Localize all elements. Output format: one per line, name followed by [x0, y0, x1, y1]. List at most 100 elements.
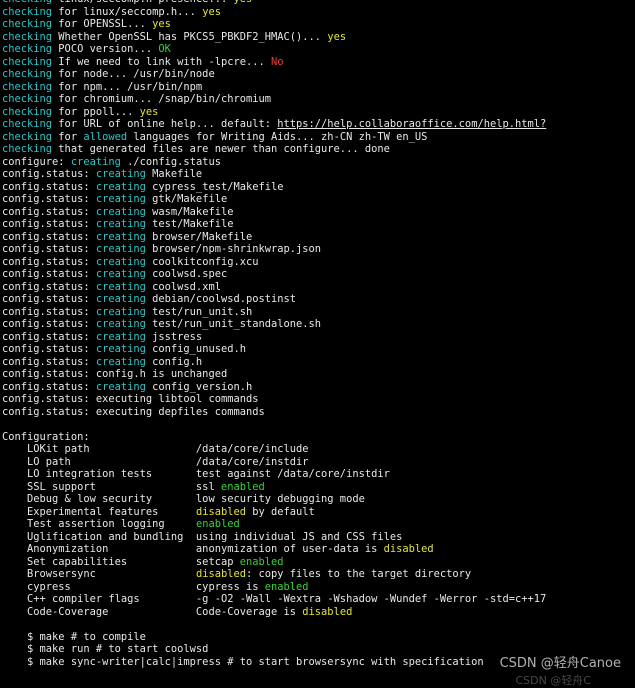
terminal-text: creating	[95, 280, 146, 293]
terminal-line: config.status: creating coolwsd.xml	[2, 281, 635, 294]
terminal-text: LO path /data/core/instdir	[2, 455, 309, 468]
terminal-text: disabled	[302, 605, 353, 618]
terminal-text: Set capabilities setcap	[2, 555, 240, 568]
terminal-text: C++ compiler flags -g -O2 -Wall -Wextra …	[2, 593, 547, 605]
terminal-text: OK	[158, 43, 171, 55]
terminal-text: Configuration:	[2, 430, 90, 443]
terminal-text: disabled	[383, 543, 434, 555]
terminal-line: checking for allowed languages for Writi…	[2, 131, 635, 144]
terminal-text: config.status:	[2, 343, 96, 355]
terminal-text: coolwsd.spec	[145, 268, 228, 280]
terminal-text: creating	[95, 168, 146, 180]
terminal-line: checking for node... /usr/bin/node	[2, 68, 635, 81]
terminal-line: config.status: creating config_version.h	[2, 381, 635, 394]
terminal-text: allowed	[83, 130, 128, 143]
terminal-line: config.status: creating gtk/Makefile	[2, 193, 635, 206]
terminal-line: config.status: creating debian/coolwsd.p…	[2, 293, 635, 306]
terminal-line: config.status: config.h is unchanged	[2, 368, 635, 381]
terminal-line: config.status: executing libtool command…	[2, 393, 635, 406]
terminal-line: config.status: creating browser/Makefile	[2, 231, 635, 244]
terminal-text: If we need to link with -lpcre...	[52, 55, 271, 68]
terminal-text: checking	[2, 68, 53, 80]
terminal-text: creating	[95, 318, 146, 330]
terminal-line: config.status: creating config.h	[2, 356, 635, 369]
terminal-text: yes	[139, 105, 159, 118]
terminal-text: $ make run # to start coolwsd	[2, 643, 209, 655]
terminal-text: for npm... /usr/bin/npm	[52, 80, 203, 93]
terminal-line: checking for URL of online help... defau…	[2, 118, 635, 131]
terminal-text: checking	[2, 130, 53, 143]
terminal-text: config.status:	[2, 168, 96, 180]
terminal-text: coolkitconfig.xcu	[145, 255, 259, 268]
terminal-text: Code-Coverage Code-Coverage is	[2, 605, 303, 618]
terminal-text: config.status:	[2, 305, 96, 318]
terminal-text: yes	[152, 18, 171, 30]
terminal-text: creating	[95, 205, 146, 218]
terminal-line: Configuration:	[2, 431, 635, 444]
terminal-line: Debug & low security low security debugg…	[2, 493, 635, 506]
terminal-line: config.status: creating test/run_unit_st…	[2, 318, 635, 331]
terminal-text: checking	[2, 105, 53, 118]
terminal-line: config.status: creating test/Makefile	[2, 218, 635, 231]
terminal-text: : copy files to the target directory	[245, 568, 472, 580]
terminal-text: cypress_test/Makefile	[145, 180, 284, 193]
terminal-text: checking	[2, 0, 52, 5]
terminal-line: cypress cypress is enabled	[2, 581, 635, 594]
terminal-text: enabled	[264, 580, 309, 593]
terminal-line: C++ compiler flags -g -O2 -Wall -Wextra …	[2, 593, 635, 606]
terminal-text: coolwsd.xml	[145, 280, 221, 293]
terminal-text: wasm/Makefile	[145, 205, 234, 218]
terminal-line: checking for chromium... /snap/bin/chrom…	[2, 93, 635, 106]
terminal-text: config.status:	[2, 380, 96, 393]
terminal-text: enabled	[220, 480, 265, 493]
terminal-text: yes	[202, 5, 221, 18]
terminal-line: SSL support ssl enabled	[2, 481, 635, 494]
terminal-text: checking	[2, 93, 53, 105]
terminal-text: browser/npm-shrinkwrap.json	[145, 243, 322, 255]
terminal-text: checking	[2, 18, 53, 30]
terminal-line: checking for linux/seccomp.h... yes	[2, 6, 635, 19]
terminal-line: Code-Coverage Code-Coverage is disabled	[2, 606, 635, 619]
terminal-text: disabled	[195, 505, 246, 518]
terminal-text: creating	[95, 268, 146, 280]
terminal-text: creating	[95, 330, 146, 343]
terminal-text: checking	[2, 30, 53, 43]
terminal-text: config.status:	[2, 355, 96, 368]
terminal-text: for ppoll...	[52, 105, 140, 118]
terminal-line: checking If we need to link with -lpcre.…	[2, 56, 635, 69]
terminal-line: LO integration tests test against /data/…	[2, 468, 635, 481]
terminal-text: disabled	[195, 568, 246, 580]
terminal-text: creating	[95, 193, 146, 205]
terminal-line: config.status: creating coolkitconfig.xc…	[2, 256, 635, 269]
terminal-text: Whether OpenSSL has PKCS5_PBKDF2_HMAC().…	[52, 30, 328, 43]
terminal-text: jsstress	[145, 330, 203, 343]
terminal-text: Uglification and bundling using individu…	[2, 530, 403, 543]
terminal-text: creating	[95, 355, 146, 368]
terminal-text: linux/seccomp.h presence...	[52, 0, 233, 5]
terminal-text: SSL support ssl	[2, 480, 221, 493]
terminal-text: Anonymization anonymization of user-data…	[2, 543, 384, 555]
csdn-watermark-faded: CSDN @轻舟C	[515, 674, 591, 687]
terminal-text: test/run_unit_standalone.sh	[145, 318, 322, 330]
terminal-text: by default	[245, 505, 315, 518]
terminal-line: checking POCO version... OK	[2, 43, 635, 56]
terminal-text: Browsersync	[2, 568, 196, 580]
terminal-line: config.status: creating browser/npm-shri…	[2, 243, 635, 256]
terminal-text: enabled	[195, 518, 240, 530]
terminal-line: config.status: creating cypress_test/Mak…	[2, 181, 635, 194]
help-url-link[interactable]: https://help.collaboraoffice.com/help.ht…	[277, 118, 546, 130]
csdn-watermark: CSDN @轻舟Canoe	[499, 656, 621, 671]
terminal-text: config.status:	[2, 218, 96, 230]
terminal-line: checking for ppoll... yes	[2, 106, 635, 119]
terminal-line: checking for OPENSSL... yes	[2, 18, 635, 31]
terminal-line: config.status: executing depfiles comman…	[2, 406, 635, 419]
terminal-text: debian/coolwsd.postinst	[145, 293, 297, 305]
terminal-text: LOKit path /data/core/include	[2, 443, 309, 455]
terminal-text: checking	[2, 55, 53, 68]
terminal-text: for	[52, 130, 84, 143]
terminal-line: LO path /data/core/instdir	[2, 456, 635, 469]
terminal-line: Test assertion logging enabled	[2, 518, 635, 531]
terminal-line: $ make # to compile	[2, 631, 635, 644]
terminal-text: config.status:	[2, 280, 96, 293]
